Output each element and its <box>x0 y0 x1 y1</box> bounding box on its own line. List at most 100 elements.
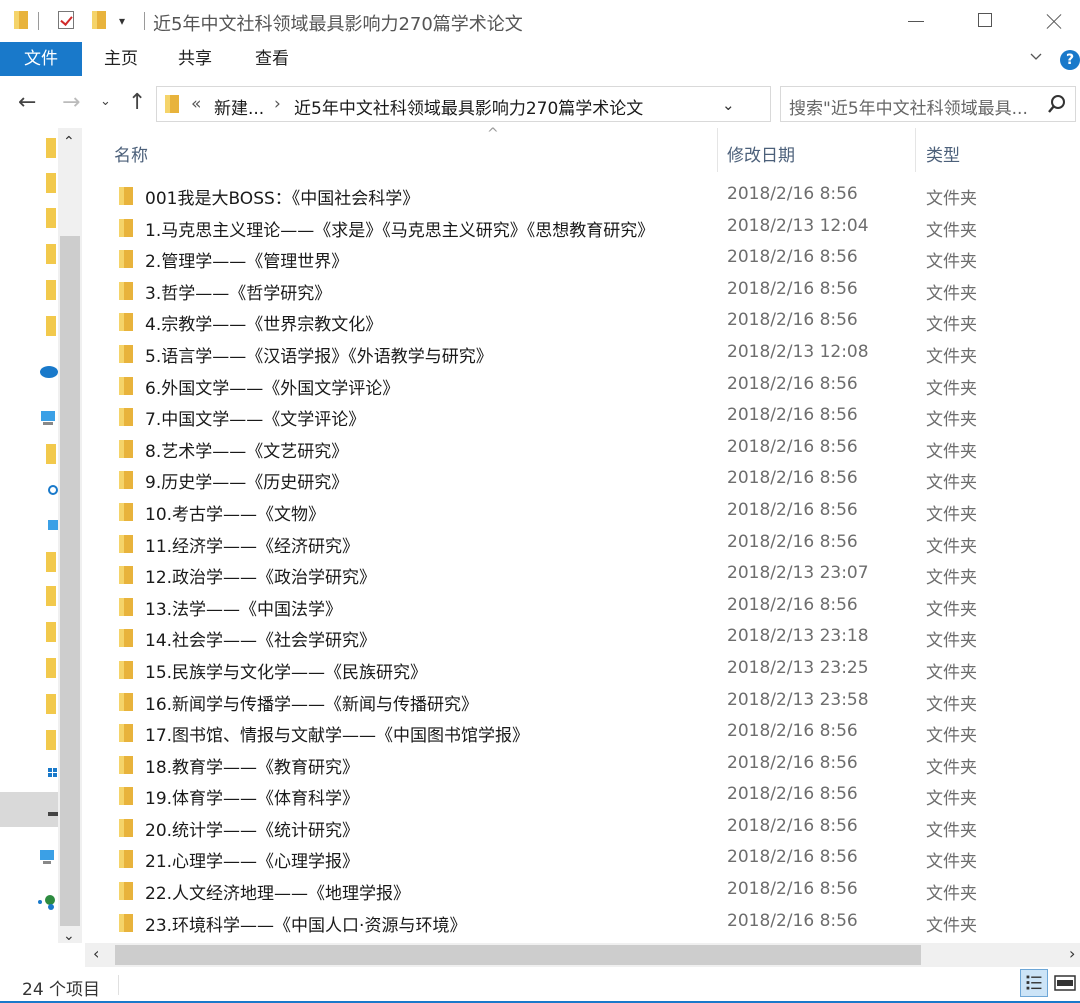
file-row[interactable]: 8.艺术学——《文艺研究》 2018/2/16 8:56 文件夹 <box>85 433 1080 465</box>
properties-quick-access-icon[interactable] <box>58 11 74 29</box>
file-name[interactable]: 11.经济学——《经济研究》 <box>145 532 359 557</box>
quick-access-folder-icon[interactable] <box>46 208 56 228</box>
file-name[interactable]: 16.新闻学与传播学——《新闻与传播研究》 <box>145 690 478 715</box>
file-row[interactable]: 7.中国文学——《文学评论》 2018/2/16 8:56 文件夹 <box>85 401 1080 433</box>
this-pc-computer-icon[interactable] <box>40 410 56 426</box>
file-name[interactable]: 7.中国文学——《文学评论》 <box>145 405 365 430</box>
file-row[interactable]: 5.语言学——《汉语学报》《外语教学与研究》 2018/2/13 12:08 文件夹 <box>85 338 1080 370</box>
tab-file[interactable]: 文件 <box>0 42 82 76</box>
column-header-name[interactable]: 名称 <box>114 141 148 166</box>
file-row[interactable]: 001我是大BOSS：《中国社会科学》 2018/2/16 8:56 文件夹 <box>85 180 1080 212</box>
file-row[interactable]: 12.政治学——《政治学研究》 2018/2/13 23:07 文件夹 <box>85 559 1080 591</box>
file-row[interactable]: 20.统计学——《统计研究》 2018/2/16 8:56 文件夹 <box>85 812 1080 844</box>
folder-icon[interactable] <box>46 552 56 572</box>
file-row[interactable]: 23.环境科学——《中国人口·资源与环境》 2018/2/16 8:56 文件夹 <box>85 907 1080 939</box>
file-row[interactable]: 16.新闻学与传播学——《新闻与传播研究》 2018/2/13 23:58 文件夹 <box>85 686 1080 718</box>
file-row[interactable]: 3.哲学——《哲学研究》 2018/2/16 8:56 文件夹 <box>85 275 1080 307</box>
breadcrumb-overflow[interactable]: « <box>191 94 201 114</box>
desktop-icon[interactable] <box>48 518 58 534</box>
file-row[interactable]: 4.宗教学——《世界宗教文化》 2018/2/16 8:56 文件夹 <box>85 306 1080 338</box>
file-name[interactable]: 2.管理学——《管理世界》 <box>145 247 348 272</box>
file-row[interactable]: 21.心理学——《心理学报》 2018/2/16 8:56 文件夹 <box>85 843 1080 875</box>
file-name[interactable]: 4.宗教学——《世界宗教文化》 <box>145 310 382 335</box>
large-icons-view-icon[interactable] <box>1052 971 1078 995</box>
navigation-scrollbar-thumb[interactable] <box>60 236 80 926</box>
file-row[interactable]: 11.经济学——《经济研究》 2018/2/16 8:56 文件夹 <box>85 528 1080 560</box>
file-row[interactable]: 13.法学——《中国法学》 2018/2/16 8:56 文件夹 <box>85 591 1080 623</box>
search-box[interactable]: 搜索"近5年中文社科领域最具... <box>780 86 1076 122</box>
file-name[interactable]: 10.考古学——《文物》 <box>145 500 325 525</box>
homegroup-icon[interactable] <box>36 892 56 912</box>
file-row[interactable]: 9.历史学——《历史研究》 2018/2/16 8:56 文件夹 <box>85 464 1080 496</box>
file-name[interactable]: 14.社会学——《社会学研究》 <box>145 626 376 651</box>
scroll-right-arrow-icon[interactable]: › <box>1069 944 1075 963</box>
windows-drive-icon[interactable] <box>48 768 58 782</box>
quick-access-folder-icon[interactable] <box>46 138 56 158</box>
file-row[interactable]: 2.管理学——《管理世界》 2018/2/16 8:56 文件夹 <box>85 243 1080 275</box>
file-name[interactable]: 15.民族学与文化学——《民族研究》 <box>145 658 427 683</box>
back-arrow-icon[interactable]: ← <box>18 90 36 115</box>
file-name[interactable]: 23.环境科学——《中国人口·资源与环境》 <box>145 911 466 936</box>
breadcrumb-parent[interactable]: 新建... <box>214 94 264 119</box>
scroll-down-arrow-icon[interactable]: ⌄ <box>63 928 75 944</box>
file-name[interactable]: 12.政治学——《政治学研究》 <box>145 563 376 588</box>
file-row[interactable]: 6.外国文学——《外国文学评论》 2018/2/16 8:56 文件夹 <box>85 370 1080 402</box>
file-name[interactable]: 13.法学——《中国法学》 <box>145 595 342 620</box>
file-name[interactable]: 6.外国文学——《外国文学评论》 <box>145 374 399 399</box>
file-row[interactable]: 18.教育学——《教育研究》 2018/2/16 8:56 文件夹 <box>85 749 1080 781</box>
file-row[interactable]: 1.马克思主义理论——《求是》《马克思主义研究》《思想教育研究》 2018/2/1… <box>85 212 1080 244</box>
file-name[interactable]: 19.体育学——《体育科学》 <box>145 784 359 809</box>
folder-icon[interactable] <box>46 730 56 750</box>
address-bar[interactable]: « 新建... › 近5年中文社科领域最具影响力270篇学术论文 ⌄ ↻ <box>156 86 920 122</box>
file-name[interactable]: 22.人文经济地理——《地理学报》 <box>145 879 410 904</box>
file-name[interactable]: 21.心理学——《心理学报》 <box>145 847 359 872</box>
horizontal-scrollbar[interactable]: ‹ › <box>85 943 1080 967</box>
recent-locations-chevron-icon[interactable]: ⌄ <box>100 94 111 109</box>
horizontal-scrollbar-thumb[interactable] <box>115 945 921 965</box>
quick-access-folder-icon[interactable] <box>46 173 56 193</box>
tab-home[interactable]: 主页 <box>96 42 146 77</box>
3d-objects-icon[interactable] <box>48 481 58 497</box>
column-divider[interactable] <box>915 128 916 172</box>
scroll-up-arrow-icon[interactable]: ⌃ <box>63 134 75 150</box>
customize-quick-access-dropdown[interactable]: ▾ <box>119 14 125 28</box>
file-name[interactable]: 17.图书馆、情报与文献学——《中国图书馆学报》 <box>145 721 529 746</box>
scroll-left-arrow-icon[interactable]: ‹ <box>93 944 99 963</box>
file-row[interactable]: 15.民族学与文化学——《民族研究》 2018/2/13 23:25 文件夹 <box>85 654 1080 686</box>
maximize-button[interactable] <box>955 0 1015 42</box>
column-divider[interactable] <box>717 128 718 172</box>
file-row[interactable]: 19.体育学——《体育科学》 2018/2/16 8:56 文件夹 <box>85 780 1080 812</box>
file-name[interactable]: 20.统计学——《统计研究》 <box>145 816 359 841</box>
quick-access-folder-icon[interactable] <box>46 280 56 300</box>
file-name[interactable]: 9.历史学——《历史研究》 <box>145 468 348 493</box>
close-button[interactable] <box>1024 0 1080 42</box>
minimize-button[interactable] <box>886 0 946 42</box>
folder-icon[interactable] <box>46 622 56 642</box>
file-row[interactable]: 14.社会学——《社会学研究》 2018/2/13 23:18 文件夹 <box>85 622 1080 654</box>
file-name[interactable]: 5.语言学——《汉语学报》《外语教学与研究》 <box>145 342 493 367</box>
expand-ribbon-chevron-icon[interactable] <box>1030 50 1042 62</box>
file-name[interactable]: 1.马克思主义理论——《求是》《马克思主义研究》《思想教育研究》 <box>145 216 654 241</box>
folder-icon[interactable] <box>46 444 56 464</box>
file-name[interactable]: 3.哲学——《哲学研究》 <box>145 279 331 304</box>
file-row[interactable]: 10.考古学——《文物》 2018/2/16 8:56 文件夹 <box>85 496 1080 528</box>
file-row[interactable]: 17.图书馆、情报与文献学——《中国图书馆学报》 2018/2/16 8:56 文件… <box>85 717 1080 749</box>
quick-access-folder-icon[interactable] <box>46 244 56 264</box>
file-row[interactable]: 22.人文经济地理——《地理学报》 2018/2/16 8:56 文件夹 <box>85 875 1080 907</box>
tab-view[interactable]: 查看 <box>247 42 297 77</box>
folder-icon[interactable] <box>46 586 56 606</box>
folder-icon[interactable] <box>46 658 56 678</box>
file-name[interactable]: 18.教育学——《教育研究》 <box>145 753 359 778</box>
help-icon[interactable]: ? <box>1060 50 1080 70</box>
column-header-type[interactable]: 类型 <box>926 141 960 166</box>
folder-icon[interactable] <box>46 694 56 714</box>
address-dropdown-chevron-icon[interactable]: ⌄ <box>722 96 735 114</box>
onedrive-cloud-icon[interactable] <box>38 364 58 378</box>
search-icon[interactable] <box>1047 94 1067 114</box>
breadcrumb-current[interactable]: 近5年中文社科领域最具影响力270篇学术论文 <box>294 94 643 119</box>
breadcrumb-separator[interactable]: › <box>274 94 281 114</box>
file-name[interactable]: 001我是大BOSS：《中国社会科学》 <box>145 184 419 209</box>
tab-share[interactable]: 共享 <box>170 42 220 77</box>
column-header-date[interactable]: 修改日期 <box>727 141 795 166</box>
new-folder-quick-access-icon[interactable] <box>92 11 106 29</box>
